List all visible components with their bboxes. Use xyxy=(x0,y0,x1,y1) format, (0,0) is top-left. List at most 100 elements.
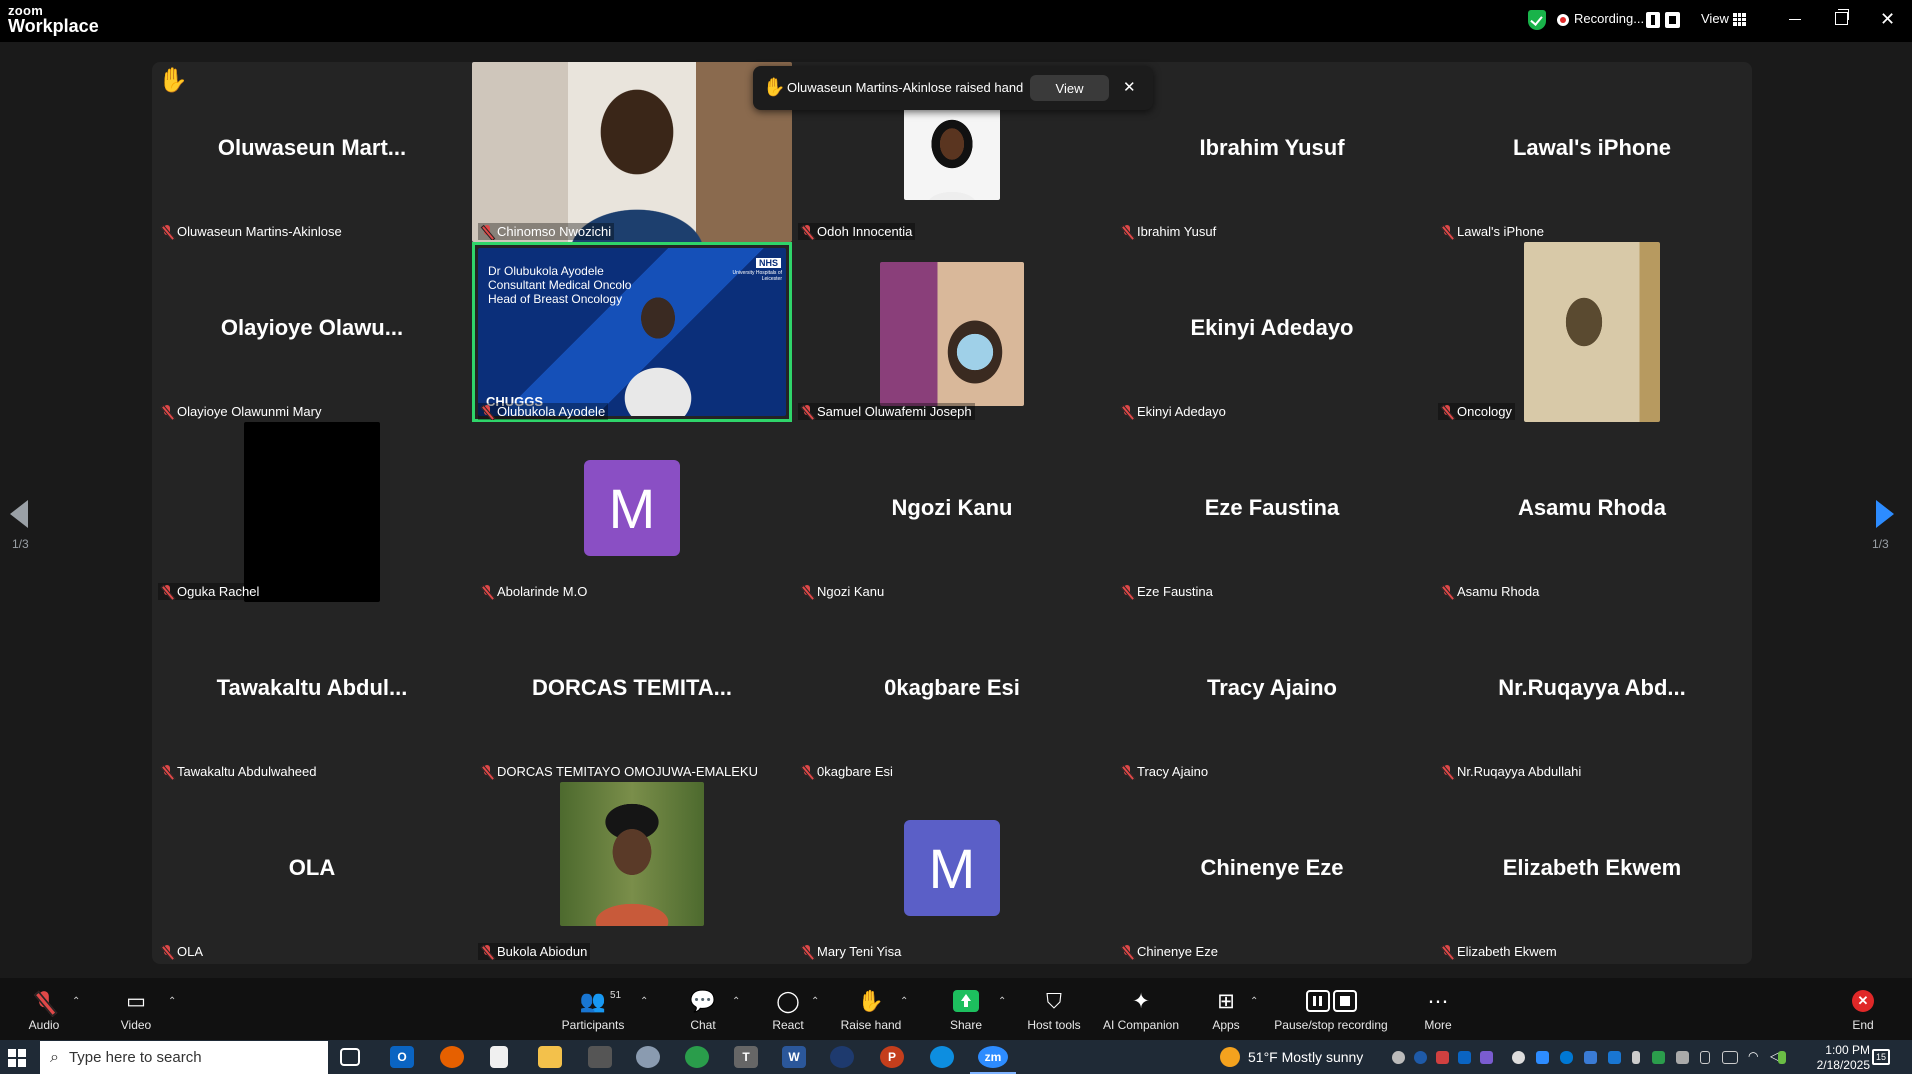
raise-hand-button[interactable]: ✋ Raise hand xyxy=(840,978,902,1040)
taskbar-search-input[interactable]: ⌕ Type here to search xyxy=(40,1041,328,1074)
outlook-icon[interactable]: O xyxy=(390,1046,414,1068)
tray-usb-icon[interactable] xyxy=(1700,1051,1710,1064)
document-icon[interactable] xyxy=(490,1046,508,1068)
encryption-shield-icon[interactable] xyxy=(1528,10,1546,30)
participant-tile-abolarinde-m-o[interactable]: M Abolarinde M.O xyxy=(472,422,792,602)
tray-bluetooth-icon[interactable] xyxy=(1608,1051,1621,1064)
audio-button[interactable]: Audio xyxy=(22,978,66,1040)
participant-tile-lawal-s-iphone[interactable]: Lawal's iPhone Lawal's iPhone xyxy=(1432,62,1752,242)
participant-tile-chinenye-eze[interactable]: Chinenye Eze Chinenye Eze xyxy=(1112,782,1432,962)
windows-start-icon[interactable] xyxy=(8,1049,26,1067)
participant-tile-chinomso-nwozichi[interactable]: Chinomso Nwozichi xyxy=(472,62,792,242)
next-page-icon[interactable] xyxy=(1876,500,1894,528)
pause-stop-recording-button[interactable]: Pause/stop recording xyxy=(1274,978,1388,1040)
participant-tile-tracy-ajaino[interactable]: Tracy Ajaino Tracy Ajaino xyxy=(1112,602,1432,782)
pause-recording-icon[interactable] xyxy=(1646,12,1660,28)
previous-page-icon[interactable] xyxy=(10,500,28,528)
tray-grammarly-icon[interactable] xyxy=(1512,1051,1525,1064)
weather-widget[interactable]: 51°F Mostly sunny xyxy=(1220,1047,1363,1067)
powerpoint-icon[interactable]: P xyxy=(880,1046,904,1068)
participant-tile-tawakaltu-abdulwaheed[interactable]: Tawakaltu Abdul... Tawakaltu Abdulwaheed xyxy=(152,602,472,782)
end-button[interactable]: ✕ End xyxy=(1848,978,1878,1040)
participant-tile-0kagbare-esi[interactable]: 0kagbare Esi 0kagbare Esi xyxy=(792,602,1112,782)
participant-tile-elizabeth-ekwem[interactable]: Elizabeth Ekwem Elizabeth Ekwem xyxy=(1432,782,1752,962)
tray-app-icon[interactable] xyxy=(1436,1051,1449,1064)
apps-chevron-icon[interactable]: ⌃ xyxy=(1250,996,1258,1007)
gallery-grid-icon[interactable] xyxy=(1733,13,1746,26)
chrome-icon[interactable] xyxy=(685,1046,709,1068)
zoom-taskbar-icon[interactable]: zm xyxy=(978,1046,1008,1068)
share-button[interactable]: Share xyxy=(948,978,984,1040)
participants-button[interactable]: 👥 Participants xyxy=(560,978,626,1040)
participants-chevron-icon[interactable]: ⌃ xyxy=(640,996,648,1007)
app-icon[interactable] xyxy=(636,1046,660,1068)
participant-name: Oluwaseun Martins-Akinlose xyxy=(177,224,342,239)
stop-recording-icon[interactable] xyxy=(1665,12,1680,28)
minimize-icon[interactable] xyxy=(1789,19,1801,20)
webex-icon[interactable] xyxy=(830,1046,854,1068)
participant-tile-oluwaseun-martins-akinlose[interactable]: Oluwaseun Mart... Oluwaseun Martins-Akinl… xyxy=(152,62,472,242)
muted-mic-icon xyxy=(1121,945,1133,958)
firefox-icon[interactable] xyxy=(440,1046,464,1068)
share-chevron-icon[interactable]: ⌃ xyxy=(998,996,1006,1007)
tray-outlook-icon[interactable] xyxy=(1458,1051,1471,1064)
participant-tile-olayioye-olawunmi-mary[interactable]: Olayioye Olawu... Olayioye Olawunmi Mary xyxy=(152,242,472,422)
participant-name: Oncology xyxy=(1457,404,1512,419)
close-icon[interactable]: ✕ xyxy=(1880,10,1895,28)
calculator-icon[interactable] xyxy=(588,1046,612,1068)
edge-icon[interactable] xyxy=(930,1046,954,1068)
tray-battery-icon[interactable] xyxy=(1722,1051,1738,1064)
chat-button[interactable]: 💬 Chat xyxy=(685,978,721,1040)
tray-webex-icon[interactable] xyxy=(1414,1051,1427,1064)
video-button[interactable]: ▭ Video xyxy=(114,978,158,1040)
tray-zoom-icon[interactable] xyxy=(1536,1051,1549,1064)
participant-tile-asamu-rhoda[interactable]: Asamu Rhoda Asamu Rhoda xyxy=(1432,422,1752,602)
participant-name-label: Asamu Rhoda xyxy=(1438,583,1542,600)
participant-tile-eze-faustina[interactable]: Eze Faustina Eze Faustina xyxy=(1112,422,1432,602)
file-explorer-icon[interactable] xyxy=(538,1046,562,1068)
participant-tile-bukola-abiodun[interactable]: Bukola Abiodun xyxy=(472,782,792,962)
participant-tile-mary-teni-yisa[interactable]: M Mary Teni Yisa xyxy=(792,782,1112,962)
tray-teams-icon[interactable] xyxy=(1480,1051,1493,1064)
tray-security-icon[interactable] xyxy=(1652,1051,1665,1064)
react-chevron-icon[interactable]: ⌃ xyxy=(811,996,819,1007)
tray-onedrive-icon[interactable] xyxy=(1560,1051,1573,1064)
audio-options-chevron-icon[interactable]: ⌃ xyxy=(72,996,80,1007)
muted-mic-icon xyxy=(1121,405,1133,418)
restore-icon[interactable] xyxy=(1835,9,1849,25)
more-button[interactable]: ⋯ More xyxy=(1420,978,1456,1040)
participant-tile-oncology[interactable]: Oncology xyxy=(1432,242,1752,422)
participant-name-label: Tracy Ajaino xyxy=(1118,763,1211,780)
notification-view-button[interactable]: View xyxy=(1030,75,1109,101)
text-editor-icon[interactable]: T xyxy=(734,1046,758,1068)
view-button[interactable]: View xyxy=(1701,11,1729,26)
participant-tile-nr-ruqayya-abdullahi[interactable]: Nr.Ruqayya Abd... Nr.Ruqayya Abdullahi xyxy=(1432,602,1752,782)
participant-tile-ibrahim-yusuf[interactable]: Ibrahim Yusuf Ibrahim Yusuf xyxy=(1112,62,1432,242)
taskbar-clock[interactable]: 1:00 PM 2/18/2025 xyxy=(1790,1043,1870,1073)
react-button[interactable]: ◯ React xyxy=(770,978,806,1040)
raise-hand-chevron-icon[interactable]: ⌃ xyxy=(900,996,908,1007)
ai-companion-button[interactable]: ✦ AI Companion xyxy=(1100,978,1182,1040)
tray-globe-icon[interactable] xyxy=(1392,1051,1405,1064)
word-icon[interactable]: W xyxy=(782,1046,806,1068)
participant-tile-ekinyi-adedayo[interactable]: Ekinyi Adedayo Ekinyi Adedayo xyxy=(1112,242,1432,422)
participant-tile-dorcas-temitayo-omojuwa-emaleku[interactable]: DORCAS TEMITA... DORCAS TEMITAYO OMOJUWA-… xyxy=(472,602,792,782)
tray-device-icon[interactable] xyxy=(1676,1051,1689,1064)
wifi-icon[interactable]: ◠ xyxy=(1748,1049,1761,1063)
tray-nvidia-icon[interactable] xyxy=(1778,1051,1786,1064)
participant-tile-ola[interactable]: OLA OLA xyxy=(152,782,472,962)
tray-mic-icon[interactable] xyxy=(1632,1051,1640,1064)
task-view-icon[interactable] xyxy=(340,1048,360,1066)
host-tools-button[interactable]: ⛉ Host tools xyxy=(1024,978,1084,1040)
notifications-icon[interactable]: 15 xyxy=(1872,1049,1890,1065)
close-icon[interactable]: ✕ xyxy=(1123,78,1136,96)
chat-chevron-icon[interactable]: ⌃ xyxy=(732,996,740,1007)
participant-tile-ngozi-kanu[interactable]: Ngozi Kanu Ngozi Kanu xyxy=(792,422,1112,602)
apps-button[interactable]: ⊞ Apps xyxy=(1208,978,1244,1040)
participant-tile-samuel-oluwafemi-joseph[interactable]: Samuel Oluwafemi Joseph xyxy=(792,242,1112,422)
participant-name: 0kagbare Esi xyxy=(817,764,893,779)
video-options-chevron-icon[interactable]: ⌃ xyxy=(168,996,176,1007)
participant-tile-oguka-rachel[interactable]: Oguka Rachel xyxy=(152,422,472,602)
participant-tile-olubukola-ayodele[interactable]: Dr Olubukola Ayodele Consultant Medical O… xyxy=(472,242,792,422)
tray-cloud-icon[interactable] xyxy=(1584,1051,1597,1064)
